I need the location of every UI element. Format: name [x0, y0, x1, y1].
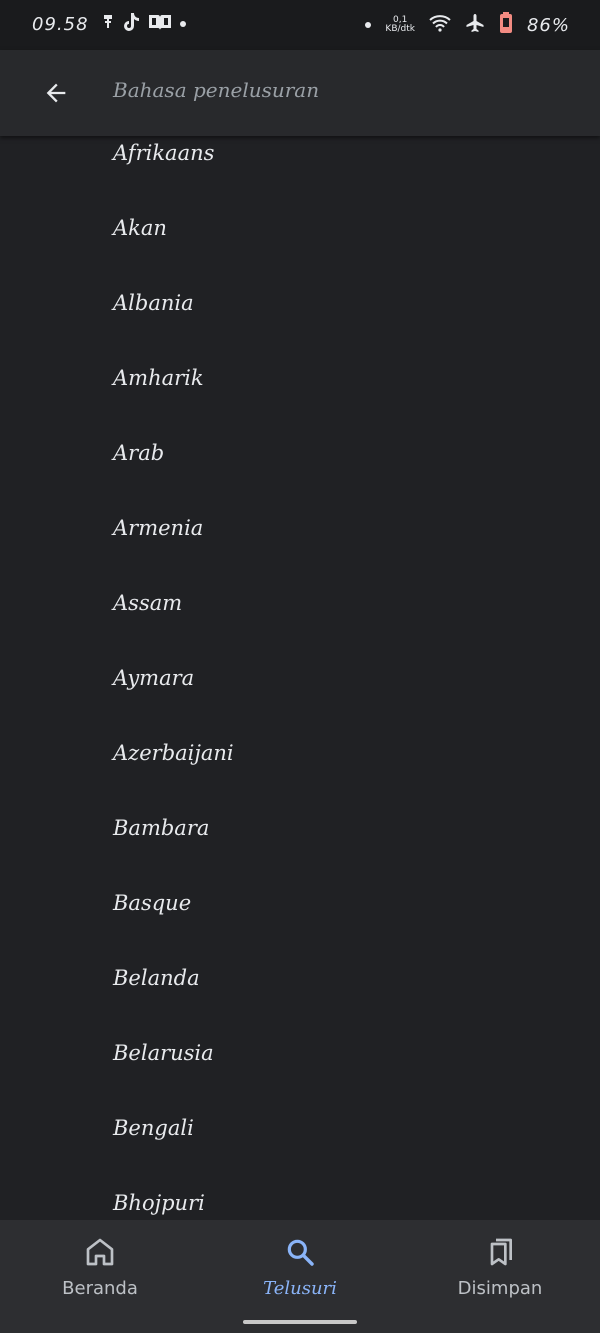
language-item[interactable]: Arab: [0, 415, 600, 490]
network-speed-unit: KB/dtk: [385, 24, 415, 34]
language-item[interactable]: Belarusia: [0, 1015, 600, 1090]
language-list[interactable]: Afrikaans Akan Albania Amharik Arab Arme…: [0, 136, 600, 1220]
language-item[interactable]: Aymara: [0, 640, 600, 715]
language-item[interactable]: Bambara: [0, 790, 600, 865]
book-icon: [148, 13, 172, 35]
battery-icon: [499, 12, 513, 38]
nav-disimpan[interactable]: Disimpan: [400, 1220, 600, 1320]
language-item[interactable]: Azerbaijani: [0, 715, 600, 790]
language-item[interactable]: Bengali: [0, 1090, 600, 1165]
page-title: Bahasa penelusuran: [113, 78, 320, 102]
home-icon: [86, 1238, 114, 1266]
language-item[interactable]: Akan: [0, 190, 600, 265]
language-item[interactable]: Armenia: [0, 490, 600, 565]
notification-icons: [102, 12, 186, 36]
usb-icon: [102, 14, 114, 34]
wifi-icon: [429, 14, 451, 36]
status-right: 0,1 KB/dtk 86%: [365, 12, 570, 38]
back-button[interactable]: [36, 73, 76, 113]
nav-label-telusuri: Telusuri: [263, 1278, 337, 1299]
language-item[interactable]: Basque: [0, 865, 600, 940]
nav-label-beranda: Beranda: [62, 1278, 138, 1299]
language-item[interactable]: Albania: [0, 265, 600, 340]
more-notifications-dot: [180, 21, 186, 27]
bookmarks-icon: [490, 1238, 512, 1266]
language-item[interactable]: Assam: [0, 565, 600, 640]
gesture-home-indicator[interactable]: [243, 1320, 357, 1324]
nav-telusuri[interactable]: Telusuri: [200, 1220, 400, 1320]
status-bar: 09.58 0,1 KB/dtk 86%: [0, 0, 600, 50]
back-arrow-icon: [46, 83, 66, 103]
status-time: 09.58: [32, 14, 89, 35]
language-item[interactable]: Bhojpuri: [0, 1165, 600, 1220]
app-bar: Bahasa penelusuran: [0, 50, 600, 136]
battery-percent: 86%: [526, 14, 570, 36]
nav-label-disimpan: Disimpan: [457, 1278, 543, 1299]
network-speed: 0,1 KB/dtk: [385, 16, 415, 34]
search-icon: [287, 1239, 314, 1266]
language-item[interactable]: Amharik: [0, 340, 600, 415]
language-item[interactable]: Afrikaans: [0, 136, 600, 190]
language-item[interactable]: Belanda: [0, 940, 600, 1015]
notification-dot: [365, 22, 372, 28]
tiktok-icon: [122, 12, 140, 36]
airplane-icon: [465, 13, 485, 37]
nav-beranda[interactable]: Beranda: [0, 1220, 200, 1320]
bottom-navigation: Beranda Telusuri Disimpan: [0, 1220, 600, 1333]
